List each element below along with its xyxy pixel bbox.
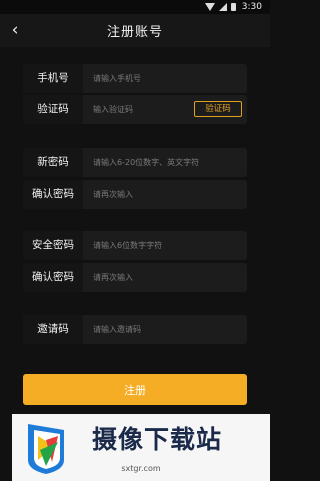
watermark-banner: 摄像下载站 sxtgr.com (12, 414, 270, 481)
invite-code-label: 邀请码 (23, 315, 83, 344)
watermark-title: 摄像下载站 (92, 425, 223, 454)
confirm-password-label: 确认密码 (23, 180, 83, 209)
status-bar: 3:30 (0, 0, 270, 14)
verify-code-label: 验证码 (23, 95, 83, 124)
new-password-label: 新密码 (23, 148, 83, 177)
verify-code-input[interactable] (93, 95, 193, 124)
confirm-security-password-row: 确认密码 (23, 263, 247, 292)
security-password-input[interactable] (93, 231, 243, 260)
new-password-input[interactable] (93, 148, 243, 177)
get-code-button[interactable]: 验证码 (194, 101, 242, 117)
phone-row: 手机号 (23, 64, 247, 93)
page-title: 注册账号 (106, 25, 163, 40)
new-password-row: 新密码 (23, 148, 247, 177)
battery-icon (230, 3, 236, 11)
watermark-url: sxtgr.com (121, 464, 161, 473)
register-button[interactable]: 注册 (23, 374, 247, 405)
invite-code-input[interactable] (93, 315, 193, 344)
invite-code-row: 邀请码 (23, 315, 247, 344)
security-password-row: 安全密码 (23, 231, 247, 260)
signal-icon (218, 3, 227, 11)
back-icon[interactable]: ‹ (6, 21, 24, 39)
confirm-security-password-input[interactable] (93, 263, 193, 292)
confirm-password-row: 确认密码 (23, 180, 247, 209)
status-time: 3:30 (241, 2, 262, 12)
wifi-icon (204, 3, 215, 11)
security-password-label: 安全密码 (23, 231, 83, 260)
header-bar: ‹ 注册账号 (0, 14, 270, 47)
confirm-security-password-label: 确认密码 (23, 263, 83, 292)
confirm-password-input[interactable] (93, 180, 193, 209)
verify-code-row: 验证码 验证码 (23, 95, 247, 124)
phone-label: 手机号 (23, 64, 83, 93)
phone-input[interactable] (93, 64, 193, 93)
